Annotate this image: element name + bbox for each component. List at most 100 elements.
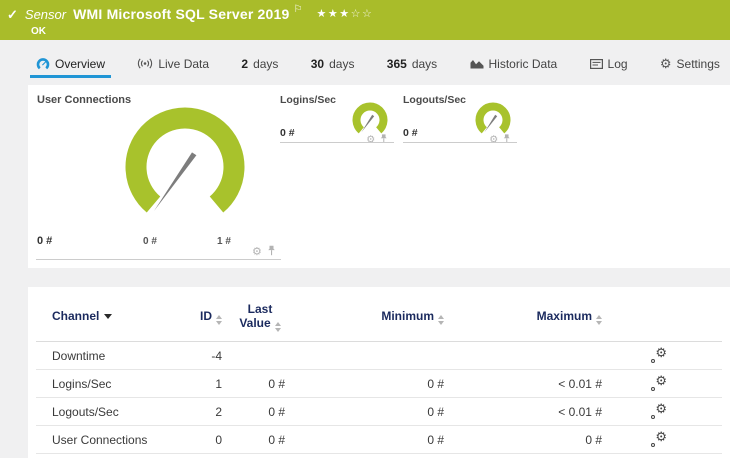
sort-icon bbox=[596, 315, 602, 325]
tab-live-data[interactable]: Live Data bbox=[131, 52, 215, 78]
tab-settings[interactable]: ⚙ Settings bbox=[654, 52, 726, 78]
gear-icon: ⚙ bbox=[659, 56, 672, 71]
sensor-status-badge: OK bbox=[31, 26, 46, 37]
divider bbox=[36, 259, 281, 260]
gauge-settings-icon[interactable]: ⚙ bbox=[489, 135, 498, 145]
gauge-icon bbox=[36, 57, 50, 71]
column-header-id[interactable]: ID bbox=[154, 309, 222, 325]
divider bbox=[403, 142, 517, 143]
table-row-downtime: Downtime -4 ⚙ bbox=[28, 342, 730, 370]
column-header-last-value[interactable]: Last Value bbox=[232, 302, 288, 332]
divider bbox=[280, 142, 394, 143]
column-header-label: Minimum bbox=[381, 309, 434, 323]
logins-gauge-value: 0 # bbox=[280, 127, 295, 139]
logins-gauge-title: Logins/Sec bbox=[280, 94, 337, 106]
tab-label: days bbox=[411, 56, 438, 71]
logouts-gauge-module: Logouts/Sec 0 # ⚙ bbox=[403, 85, 518, 147]
star-empty-icon[interactable]: ☆ bbox=[351, 8, 362, 20]
sort-icon bbox=[216, 315, 222, 325]
tab-bar: Overview Live Data 2 days 30 days 365 da… bbox=[30, 52, 726, 78]
sensor-status-header: ✓ Sensor WMI Microsoft SQL Server 2019 ⚐… bbox=[0, 0, 730, 40]
tab-365-days[interactable]: 365 days bbox=[381, 52, 443, 78]
channel-name: Downtime bbox=[52, 349, 106, 363]
gauge-toolbar: ⚙ bbox=[489, 132, 510, 148]
channel-last-value: 0 # bbox=[268, 377, 285, 391]
channel-maximum: 0 # bbox=[585, 433, 602, 447]
tab-label: Settings bbox=[676, 56, 720, 71]
channel-minimum: 0 # bbox=[427, 433, 444, 447]
tab-label: days bbox=[329, 56, 355, 71]
status-check-icon: ✓ bbox=[7, 7, 18, 22]
primary-gauge-title: User Connections bbox=[37, 94, 132, 106]
column-header-maximum[interactable]: Maximum bbox=[520, 309, 602, 325]
priority-flag-icon[interactable]: ⚐ bbox=[294, 5, 303, 15]
priority-stars[interactable]: ★★★☆☆ bbox=[316, 7, 373, 20]
channel-settings-icon[interactable]: ⚙ bbox=[650, 402, 667, 420]
channel-id: -4 bbox=[211, 349, 222, 363]
broadcast-icon bbox=[137, 58, 153, 69]
channel-name: User Connections bbox=[52, 433, 148, 447]
tab-label: days bbox=[253, 56, 279, 71]
user-connections-gauge bbox=[125, 107, 245, 213]
column-header-label: ID bbox=[200, 309, 212, 323]
sensor-title: WMI Microsoft SQL Server 2019 bbox=[73, 6, 290, 22]
star-empty-icon[interactable]: ☆ bbox=[362, 8, 373, 20]
tab-label-number: 365 bbox=[386, 56, 407, 71]
star-filled-icon[interactable]: ★ bbox=[316, 8, 327, 20]
channel-settings-icon[interactable]: ⚙ bbox=[650, 374, 667, 392]
gauge-scale-min: 0 # bbox=[143, 236, 157, 247]
channel-minimum: 0 # bbox=[427, 377, 444, 391]
tab-label: Historic Data bbox=[488, 56, 558, 71]
sensor-kind-label: Sensor bbox=[24, 7, 67, 22]
logouts-gauge-title: Logouts/Sec bbox=[403, 94, 467, 106]
tab-2-days[interactable]: 2 days bbox=[235, 52, 284, 78]
gauge-pin-icon[interactable] bbox=[380, 132, 388, 148]
star-filled-icon[interactable]: ★ bbox=[328, 8, 339, 20]
column-header-minimum[interactable]: Minimum bbox=[358, 309, 444, 325]
channel-last-value: 0 # bbox=[268, 405, 285, 419]
channel-maximum: < 0.01 # bbox=[558, 377, 602, 391]
sort-desc-icon bbox=[104, 314, 113, 319]
tab-overview[interactable]: Overview bbox=[30, 52, 112, 78]
tab-log[interactable]: Log bbox=[584, 52, 634, 78]
channel-name: Logouts/Sec bbox=[52, 405, 119, 419]
channel-maximum: < 0.01 # bbox=[558, 405, 602, 419]
column-header-label: Channel bbox=[52, 309, 100, 323]
column-header-label: Last bbox=[247, 302, 273, 316]
tab-label: Log bbox=[607, 56, 628, 71]
column-header-label: Value bbox=[239, 316, 271, 330]
channel-settings-icon[interactable]: ⚙ bbox=[650, 430, 667, 448]
channel-last-value: 0 # bbox=[268, 433, 285, 447]
log-icon bbox=[589, 58, 603, 69]
channel-table-panel: Channel ID Last Value Minimum Maximum Dow… bbox=[28, 287, 730, 458]
sensor-title-row: ✓ Sensor WMI Microsoft SQL Server 2019 ⚐… bbox=[0, 0, 730, 23]
logins-gauge-module: Logins/Sec 0 # ⚙ bbox=[280, 85, 395, 147]
channel-minimum: 0 # bbox=[427, 405, 444, 419]
table-row-logins: Logins/Sec 1 0 # 0 # < 0.01 # ⚙ bbox=[28, 370, 730, 398]
channel-name: Logins/Sec bbox=[52, 377, 112, 391]
tab-historic-data[interactable]: Historic Data bbox=[464, 52, 564, 78]
tab-label-number: 30 bbox=[310, 56, 325, 71]
table-row-logouts: Logouts/Sec 2 0 # 0 # < 0.01 # ⚙ bbox=[28, 398, 730, 426]
tab-label: Live Data bbox=[158, 56, 210, 71]
channel-id: 2 bbox=[215, 405, 222, 419]
tab-30-days[interactable]: 30 days bbox=[305, 52, 361, 78]
sort-icon bbox=[274, 322, 281, 332]
channel-settings-icon[interactable]: ⚙ bbox=[650, 346, 667, 364]
tab-label: Overview bbox=[55, 56, 106, 71]
gauge-pin-icon[interactable] bbox=[503, 132, 511, 148]
sort-icon bbox=[438, 315, 444, 325]
channel-id: 1 bbox=[215, 377, 222, 391]
primary-gauge-value: 0 # bbox=[37, 235, 53, 247]
gauge-settings-icon[interactable]: ⚙ bbox=[366, 135, 375, 145]
gauge-toolbar: ⚙ bbox=[366, 132, 387, 148]
column-header-channel[interactable]: Channel bbox=[52, 309, 113, 323]
table-row-user-connections: User Connections 0 0 # 0 # 0 # ⚙ bbox=[28, 426, 730, 454]
star-filled-icon[interactable]: ★ bbox=[339, 8, 350, 20]
logouts-gauge-value: 0 # bbox=[403, 127, 418, 139]
gauge-scale-max: 1 # bbox=[217, 236, 231, 247]
gauge-settings-icon[interactable]: ⚙ bbox=[252, 246, 262, 258]
tab-label-number: 2 bbox=[241, 56, 249, 71]
channel-id: 0 bbox=[215, 433, 222, 447]
gauges-panel: User Connections 0 # 0 # 1 # ⚙ Logins/Se… bbox=[28, 85, 730, 268]
